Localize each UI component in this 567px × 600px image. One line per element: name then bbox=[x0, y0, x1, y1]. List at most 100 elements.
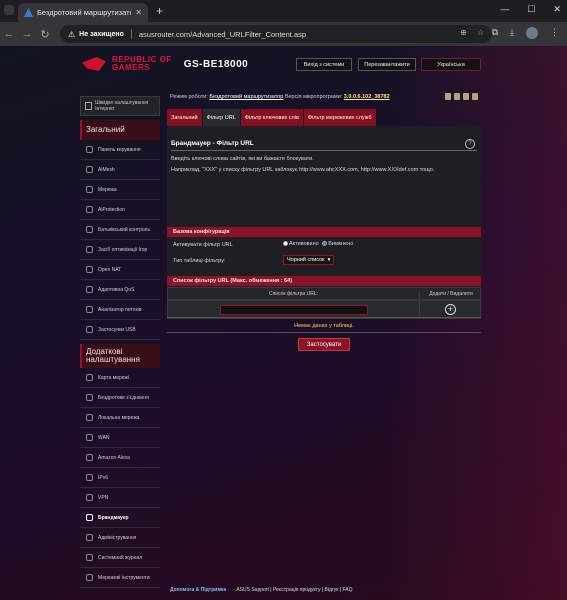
sidebar-item-wifi[interactable]: Бездротове з'єднання bbox=[80, 388, 160, 408]
help-icon[interactable]: ? bbox=[465, 139, 475, 149]
router-page: REPUBLIC OF GAMERS GS-BE18000 Вихід з си… bbox=[0, 46, 567, 600]
usb-icon bbox=[86, 326, 93, 333]
mesh-icon bbox=[86, 166, 93, 173]
sidebar: Швидке налаштування Інтернет Загальний П… bbox=[80, 96, 160, 588]
sidebar-item-log[interactable]: Системний журнал bbox=[80, 548, 160, 568]
sidebar-item-label: Мережеві інструменти bbox=[98, 574, 150, 581]
sidebar-item-game[interactable]: Засіб оптимізації Ігор bbox=[80, 240, 160, 260]
user-status-icon[interactable] bbox=[463, 93, 469, 100]
maximize-icon[interactable]: ☐ bbox=[527, 4, 535, 15]
network-icon bbox=[86, 186, 93, 193]
rog-eye-icon bbox=[82, 57, 106, 71]
admin-icon bbox=[86, 534, 93, 541]
tab-general[interactable]: Загальний bbox=[167, 109, 202, 126]
quick-setup-button[interactable]: Швидке налаштування Інтернет bbox=[80, 96, 160, 116]
url-input[interactable] bbox=[220, 305, 368, 315]
url-table-header: Список фільтра URL: Додати / Видалити bbox=[167, 287, 481, 302]
new-tab-icon[interactable]: + bbox=[156, 4, 163, 18]
browser-tabstrip: Бездротовий маршрутизатор A ✕ + — ☐ ✕ bbox=[0, 0, 567, 22]
sidebar-item-nat[interactable]: Open NAT bbox=[80, 260, 160, 280]
extensions-icon[interactable]: ⧉ bbox=[492, 27, 498, 39]
back-icon[interactable]: ← bbox=[0, 28, 18, 40]
language-select[interactable]: Українська bbox=[421, 58, 481, 71]
url-filter-panel: Брандмауер - Фільтр URL ? Введіть ключов… bbox=[167, 126, 481, 319]
sidebar-item-label: Застосунки USB bbox=[98, 326, 136, 333]
tab-title: Бездротовий маршрутизатор A bbox=[37, 8, 131, 17]
sidebar-item-mesh[interactable]: AiMesh bbox=[80, 160, 160, 180]
zoom-icon[interactable]: ⊕ bbox=[460, 28, 467, 37]
tab-keyword-filter[interactable]: Фільтр ключових слів bbox=[240, 109, 303, 126]
lan-icon bbox=[86, 414, 93, 421]
radio-disabled[interactable] bbox=[322, 241, 328, 247]
sidebar-item-dashboard[interactable]: Панель керування bbox=[80, 140, 160, 160]
table-type-value: Чорний список bbox=[287, 257, 325, 263]
asus-favicon-icon bbox=[24, 8, 33, 17]
sidebar-item-label: Панель керування bbox=[98, 146, 141, 153]
sidebar-item-admin[interactable]: Адміністрування bbox=[80, 528, 160, 548]
sidebar-item-label: Карта мережі bbox=[98, 374, 129, 381]
sidebar-item-alexa[interactable]: Amazon Alexa bbox=[80, 448, 160, 468]
close-window-icon[interactable]: ✕ bbox=[553, 4, 561, 15]
sidebar-item-ipv6[interactable]: IPv6 bbox=[80, 468, 160, 488]
sidebar-item-wan[interactable]: WAN bbox=[80, 428, 160, 448]
bookmark-star-icon[interactable]: ☆ bbox=[477, 28, 484, 37]
reboot-button[interactable]: Перезавантажити bbox=[358, 58, 416, 71]
sidebar-item-firewall[interactable]: Брандмауер bbox=[80, 508, 160, 528]
sidebar-item-traffic[interactable]: Аналізатор потоків bbox=[80, 300, 160, 320]
status-icons bbox=[445, 93, 478, 100]
alexa-icon bbox=[86, 454, 93, 461]
fw-value-link[interactable]: 3.0.0.6.102_38782 bbox=[344, 94, 390, 100]
sidebar-item-tools[interactable]: Мережеві інструменти bbox=[80, 568, 160, 588]
model-name: GS-BE18000 bbox=[183, 58, 249, 70]
sidebar-item-label: AiMesh bbox=[98, 166, 115, 173]
forward-icon[interactable]: → bbox=[18, 28, 36, 40]
gear-status-icon[interactable] bbox=[472, 93, 478, 100]
minimize-icon[interactable]: — bbox=[500, 4, 509, 15]
tab-list-button[interactable] bbox=[4, 5, 14, 15]
footer-links[interactable]: ASUS Support | Реєстрація продукту | Від… bbox=[236, 587, 352, 593]
sidebar-item-label: Amazon Alexa bbox=[98, 454, 130, 461]
sidebar-item-shield[interactable]: AiProtection bbox=[80, 200, 160, 220]
close-tab-icon[interactable]: ✕ bbox=[135, 8, 142, 17]
tools-icon bbox=[86, 574, 93, 581]
table-type-select[interactable]: Чорний список ▾ bbox=[283, 255, 335, 265]
firewall-tabs: Загальний Фільтр URL Фільтр ключових слі… bbox=[167, 109, 376, 126]
sidebar-item-label: Адаптивна QoS bbox=[98, 286, 135, 293]
wifi-icon bbox=[86, 394, 93, 401]
dashboard-icon bbox=[86, 146, 93, 153]
brand-line2: GAMERS bbox=[112, 63, 151, 72]
shield-icon bbox=[86, 206, 93, 213]
usb-status-icon[interactable] bbox=[445, 93, 451, 100]
sidebar-item-vpn[interactable]: VPN bbox=[80, 488, 160, 508]
menu-icon[interactable]: ⋮ bbox=[550, 27, 559, 39]
download-icon[interactable]: ⤓ bbox=[510, 27, 514, 39]
help-support-link[interactable]: Допомога & Підтримка bbox=[170, 587, 226, 593]
logout-button[interactable]: Вихід з системи bbox=[296, 58, 352, 71]
sidebar-item-qos[interactable]: Адаптивна QoS bbox=[80, 280, 160, 300]
wifi-status-icon[interactable] bbox=[454, 93, 460, 100]
address-bar[interactable]: ⚠ Не захищено asusrouter.com/Advanced_UR… bbox=[60, 25, 492, 43]
tab-service-filter[interactable]: Фільтр мережевих служб bbox=[303, 109, 376, 126]
sidebar-item-lan[interactable]: Локальна мережа bbox=[80, 408, 160, 428]
ipv6-icon bbox=[86, 474, 93, 481]
url-list-header: Список фільтру URL (Макс. обмеження : 64… bbox=[167, 276, 481, 286]
sidebar-item-parental[interactable]: Батьківський контроль bbox=[80, 220, 160, 240]
profile-avatar[interactable] bbox=[526, 27, 538, 39]
add-icon[interactable]: + bbox=[445, 304, 456, 315]
radio-enabled[interactable] bbox=[283, 241, 288, 247]
not-secure-label: Не захищено bbox=[79, 30, 124, 38]
footer: Допомога & Підтримка ASUS Support | Реєс… bbox=[170, 587, 484, 593]
browser-tab[interactable]: Бездротовий маршрутизатор A ✕ bbox=[18, 3, 148, 22]
tab-url-filter[interactable]: Фільтр URL bbox=[202, 109, 240, 126]
sidebar-item-map[interactable]: Карта мережі bbox=[80, 368, 160, 388]
sidebar-item-network[interactable]: Мережа bbox=[80, 180, 160, 200]
wand-icon bbox=[85, 102, 93, 110]
sidebar-item-usb[interactable]: Застосунки USB bbox=[80, 320, 160, 340]
sidebar-item-label: AiProtection bbox=[98, 206, 125, 213]
mode-value-link[interactable]: Бездротовий маршрутизатор bbox=[209, 94, 283, 100]
apply-button[interactable]: Застосувати bbox=[298, 338, 350, 351]
sidebar-item-label: Засіб оптимізації Ігор bbox=[98, 246, 148, 253]
sidebar-item-label: WAN bbox=[98, 434, 110, 441]
parental-icon bbox=[86, 226, 93, 233]
reload-icon[interactable]: ↻ bbox=[36, 28, 54, 41]
